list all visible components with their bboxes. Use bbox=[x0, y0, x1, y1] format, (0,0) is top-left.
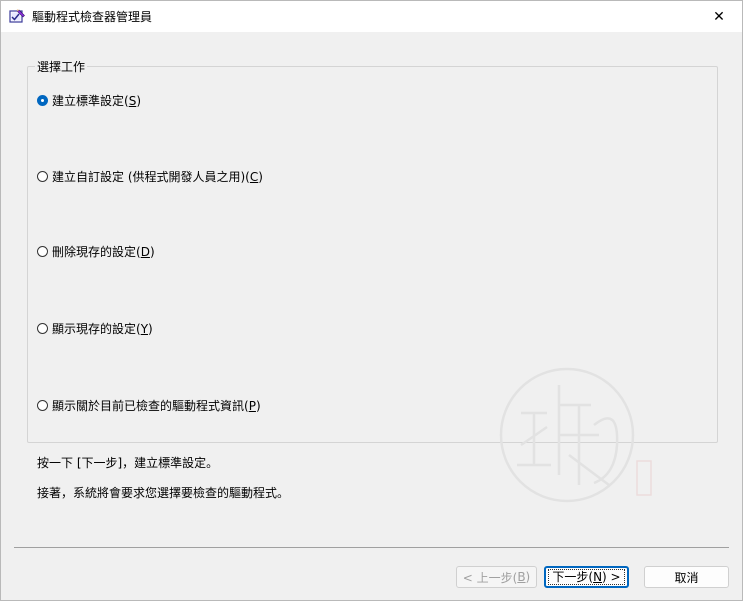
option-label: 建立自訂設定 (供程式開發人員之用)( bbox=[52, 169, 250, 184]
radio-checked-icon[interactable] bbox=[37, 94, 48, 106]
radio-icon[interactable] bbox=[37, 245, 48, 257]
group-label: 選擇工作 bbox=[35, 58, 88, 75]
back-button[interactable]: < 上一步(B) bbox=[456, 566, 537, 588]
option-display-settings[interactable]: 顯示現存的設定(Y) bbox=[37, 320, 153, 336]
info-text-line2: 接著，系統將會要求您選擇要檢查的驅動程式。 bbox=[37, 486, 290, 500]
cancel-button[interactable]: 取消 bbox=[644, 566, 729, 588]
close-icon: ✕ bbox=[713, 8, 725, 25]
close-button[interactable]: ✕ bbox=[696, 1, 742, 32]
window-title: 驅動程式檢查器管理員 bbox=[32, 10, 153, 24]
option-create-standard[interactable]: 建立標準設定(S) bbox=[37, 92, 141, 108]
info-text-line1: 按一下 [下一步]，建立標準設定。 bbox=[37, 456, 219, 470]
title-bar: 驅動程式檢查器管理員 ✕ bbox=[1, 1, 742, 32]
option-delete-settings[interactable]: 刪除現存的設定(D) bbox=[37, 243, 155, 259]
option-access-key: C bbox=[249, 169, 259, 184]
dialog-window: 驅動程式檢查器管理員 ✕ 選擇工作 建立標準設定(S) 建立自訂設定 (供程式開… bbox=[0, 0, 743, 601]
option-create-custom[interactable]: 建立自訂設定 (供程式開發人員之用)(C) bbox=[37, 168, 263, 184]
radio-icon[interactable] bbox=[37, 322, 48, 334]
option-display-driver-info[interactable]: 顯示關於目前已檢查的驅動程式資訊(P) bbox=[37, 397, 261, 413]
option-label: 建立標準設定( bbox=[52, 93, 129, 108]
option-label: 顯示現存的設定( bbox=[52, 321, 141, 336]
option-label: 刪除現存的設定( bbox=[52, 244, 141, 259]
radio-icon[interactable] bbox=[37, 399, 48, 411]
next-button[interactable]: 下一步(N) > bbox=[544, 566, 629, 588]
app-icon bbox=[9, 9, 25, 23]
option-access-key: D bbox=[140, 244, 150, 259]
option-label: 顯示關於目前已檢查的驅動程式資訊( bbox=[52, 398, 249, 413]
seal-stamp-icon bbox=[499, 367, 652, 503]
button-separator bbox=[14, 547, 729, 548]
option-access-key: P bbox=[248, 398, 256, 413]
radio-icon[interactable] bbox=[37, 170, 48, 182]
option-access-key: Y bbox=[140, 321, 149, 336]
